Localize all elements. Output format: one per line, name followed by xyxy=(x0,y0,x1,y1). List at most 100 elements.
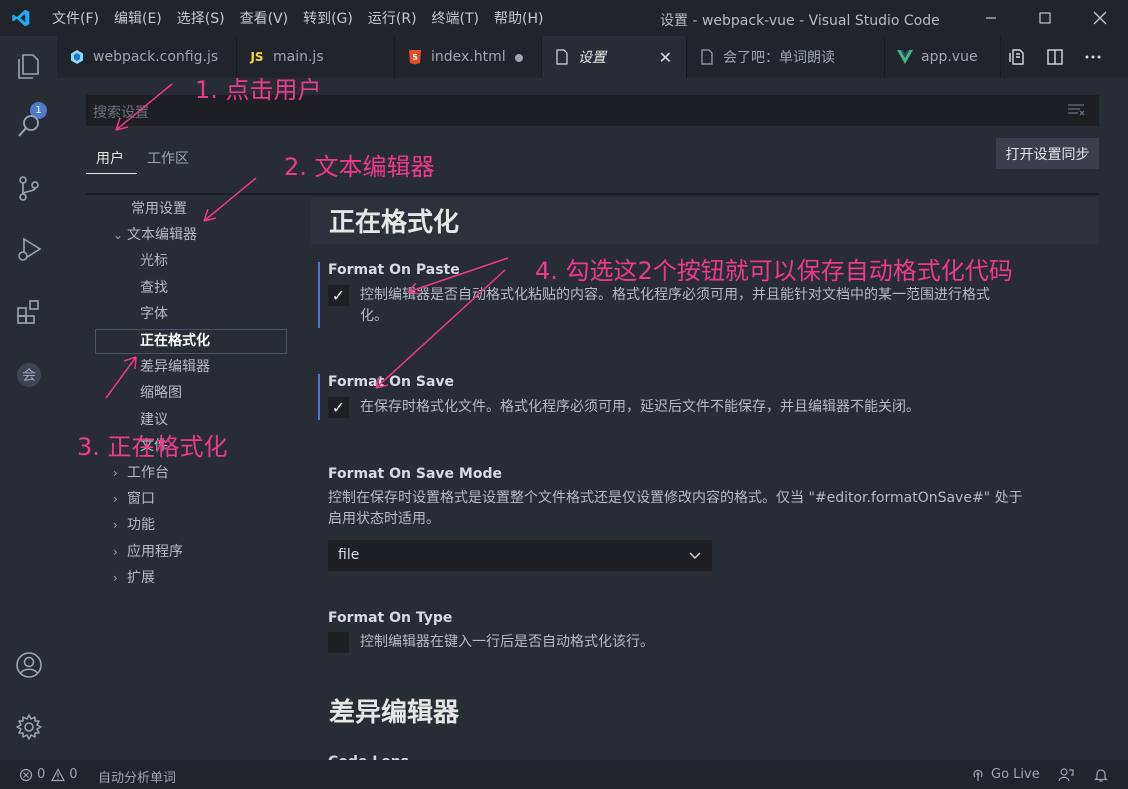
menu-edit[interactable]: 编辑(E) xyxy=(114,8,162,28)
toc-item-diff-editor[interactable]: 差异编辑器 xyxy=(140,357,210,377)
format-on-save-checkbox[interactable]: ✓ xyxy=(328,397,349,418)
toc-label: 功能 xyxy=(127,517,155,533)
webpack-icon xyxy=(69,49,85,65)
menu-run[interactable]: 运行(R) xyxy=(368,8,417,28)
turn-on-settings-sync-button[interactable]: 打开设置同步 xyxy=(996,138,1099,169)
window-title: 设置 - webpack-vue - Visual Studio Code xyxy=(660,13,940,29)
format-on-paste-checkbox[interactable]: ✓ xyxy=(328,285,349,306)
split-editor-icon[interactable] xyxy=(1045,47,1065,67)
chevron-right-icon: › xyxy=(113,571,118,585)
tab-label: 会了吧：单词朗读 xyxy=(723,50,835,66)
toc-item-minimap[interactable]: 缩略图 xyxy=(140,383,182,403)
toc-label: 文本编辑器 xyxy=(127,227,197,243)
close-window-button[interactable] xyxy=(1078,0,1122,36)
extension-status[interactable]: 自动分析单词 xyxy=(98,767,176,786)
setting-title-format-on-paste: Format On Paste xyxy=(328,262,460,278)
annotation-step2: 2. 文本编辑器 xyxy=(284,153,435,181)
section-title-diff-editor: 差异编辑器 xyxy=(329,698,460,728)
menu-file[interactable]: 文件(F) xyxy=(52,8,99,28)
setting-title-format-on-type: Format On Type xyxy=(328,610,453,626)
tab-index-html[interactable]: 5 index.html xyxy=(395,36,542,78)
annotation-step4: 4. 勾选这2个按钮就可以保存自动格式化代码 xyxy=(535,257,1013,285)
desc-line: 控制在保存时设置格式是设置整个文件格式还是仅设置修改内容的格式。仅当 "#edi… xyxy=(328,490,1023,506)
format-on-save-mode-select[interactable]: file xyxy=(328,540,712,571)
toc-label: 扩展 xyxy=(127,570,155,586)
extensions-button[interactable] xyxy=(12,294,46,328)
menu-bar: 文件(F) 编辑(E) 选择(S) 查看(V) 转到(G) 运行(R) 终端(T… xyxy=(52,0,558,36)
accounts-button[interactable] xyxy=(12,648,46,682)
toc-label: 应用程序 xyxy=(127,544,183,560)
toc-item-features[interactable]: › 功能 xyxy=(113,515,155,535)
close-icon xyxy=(1093,11,1107,25)
search-icon xyxy=(18,115,39,137)
minimize-icon xyxy=(986,17,996,19)
chevron-right-icon: › xyxy=(113,466,118,480)
toc-item-extensions[interactable]: › 扩展 xyxy=(113,568,155,588)
error-count: 0 xyxy=(37,767,46,782)
desc-line: 控制编辑器是否自动格式化粘贴的内容。格式化程序必须可用，并且能针对文档中的某一范… xyxy=(360,287,990,303)
chevron-right-icon: › xyxy=(113,518,118,532)
manage-button[interactable] xyxy=(12,710,46,744)
tab-label: index.html xyxy=(431,49,506,65)
tab-workspace-scope[interactable]: 工作区 xyxy=(147,148,189,168)
toc-item-window[interactable]: › 窗口 xyxy=(113,489,155,509)
file-icon xyxy=(699,49,715,65)
explorer-button[interactable] xyxy=(12,48,46,82)
toc-item-application[interactable]: › 应用程序 xyxy=(113,542,183,562)
check-icon: ✓ xyxy=(331,398,346,417)
toc-label: 窗口 xyxy=(127,491,155,507)
go-live-button[interactable]: Go Live xyxy=(971,767,1040,782)
source-control-button[interactable] xyxy=(12,171,46,205)
arrow-to-formatting xyxy=(105,356,137,399)
search-button[interactable] xyxy=(12,109,46,143)
filter-clear-icon[interactable] xyxy=(1067,103,1085,117)
close-tab-icon[interactable]: ✕ xyxy=(659,48,672,67)
notifications-button[interactable] xyxy=(1094,767,1108,783)
error-icon xyxy=(19,768,33,781)
account-icon xyxy=(16,652,42,678)
vue-icon xyxy=(897,49,913,65)
format-on-type-checkbox[interactable] xyxy=(328,632,349,653)
minimize-button[interactable] xyxy=(969,0,1013,36)
broadcast-icon xyxy=(973,769,983,781)
check-icon: ✓ xyxy=(331,286,346,305)
extension-view-button[interactable]: 会 xyxy=(12,358,46,392)
setting-desc-format-on-type: 控制编辑器在键入一行后是否自动格式化该行。 xyxy=(360,634,654,650)
open-settings-json-icon[interactable] xyxy=(1007,47,1027,67)
tab-label: 设置 xyxy=(578,50,606,66)
toc-item-formatting[interactable]: 正在格式化 xyxy=(140,331,210,351)
menu-view[interactable]: 查看(V) xyxy=(240,8,289,28)
tab-app-vue[interactable]: app.vue xyxy=(885,36,1001,78)
desc-line: 启用状态时适用。 xyxy=(328,511,440,527)
unsaved-dot-icon xyxy=(515,54,523,62)
svg-text:5: 5 xyxy=(412,53,418,62)
section-title-formatting: 正在格式化 xyxy=(329,208,460,238)
toc-item-workbench[interactable]: › 工作台 xyxy=(113,463,169,483)
chevron-right-icon: › xyxy=(113,545,118,559)
setting-title-format-on-save: Format On Save xyxy=(328,374,455,390)
toc-item-common[interactable]: 常用设置 xyxy=(131,199,187,219)
menu-selection[interactable]: 选择(S) xyxy=(177,8,225,28)
tab-word-reading[interactable]: 会了吧：单词朗读 xyxy=(687,36,885,78)
setting-desc-format-on-paste: 控制编辑器是否自动格式化粘贴的内容。格式化程序必须可用，并且能针对文档中的某一范… xyxy=(360,285,990,327)
maximize-icon xyxy=(1039,12,1051,24)
toc-item-find[interactable]: 查找 xyxy=(140,278,168,298)
toc-item-cursor[interactable]: 光标 xyxy=(140,251,168,271)
problems-status[interactable]: 0 0 xyxy=(19,767,78,782)
toc-item-text-editor[interactable]: ⌄ 文本编辑器 xyxy=(113,225,197,245)
menu-terminal[interactable]: 终端(T) xyxy=(432,8,479,28)
tab-user-scope[interactable]: 用户 xyxy=(96,148,124,168)
gear-icon xyxy=(16,714,42,740)
maximize-button[interactable] xyxy=(1023,0,1067,36)
run-debug-button[interactable] xyxy=(12,232,46,266)
arrowhead xyxy=(123,356,137,370)
menu-go[interactable]: 转到(G) xyxy=(303,8,353,28)
chevron-right-icon: › xyxy=(113,492,118,506)
more-actions-icon[interactable] xyxy=(1083,47,1103,67)
menu-help[interactable]: 帮助(H) xyxy=(494,8,543,28)
toc-item-font[interactable]: 字体 xyxy=(140,304,168,324)
tab-settings[interactable]: 设置 ✕ xyxy=(542,36,687,78)
tab-label: main.js xyxy=(273,49,324,65)
bell-icon xyxy=(1094,769,1108,782)
feedback-button[interactable] xyxy=(1058,767,1074,783)
